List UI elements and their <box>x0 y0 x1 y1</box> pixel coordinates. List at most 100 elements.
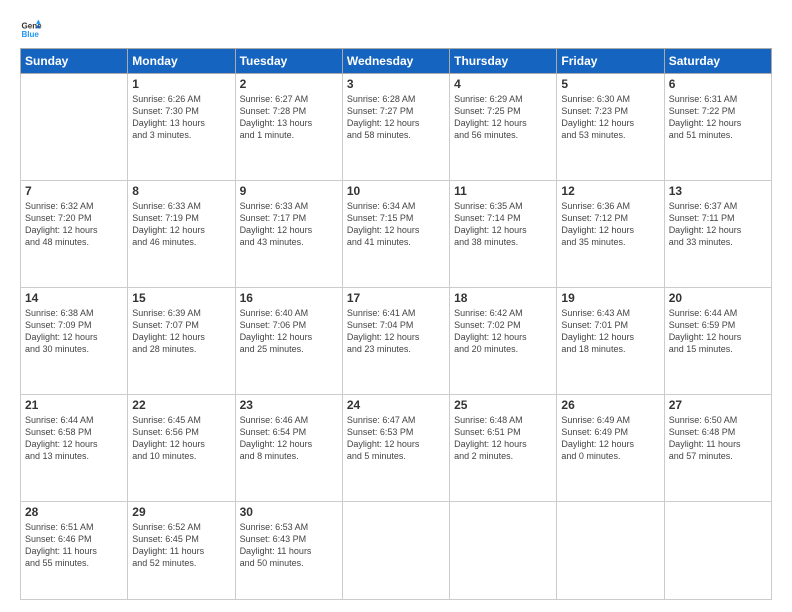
calendar-cell: 3 Sunrise: 6:28 AM Sunset: 7:27 PM Daylig… <box>342 74 449 181</box>
calendar-cell: 2 Sunrise: 6:27 AM Sunset: 7:28 PM Daylig… <box>235 74 342 181</box>
logo: General Blue <box>20 18 42 40</box>
week-row-3: 14 Sunrise: 6:38 AM Sunset: 7:09 PM Dayli… <box>21 287 772 394</box>
calendar-cell: 20 Sunrise: 6:44 AM Sunset: 6:59 PM Dayli… <box>664 287 771 394</box>
day-header-monday: Monday <box>128 49 235 74</box>
day-info: Sunrise: 6:32 AM Sunset: 7:20 PM Dayligh… <box>25 200 123 249</box>
calendar-cell: 7 Sunrise: 6:32 AM Sunset: 7:20 PM Daylig… <box>21 180 128 287</box>
header: General Blue <box>20 18 772 40</box>
calendar-cell: 22 Sunrise: 6:45 AM Sunset: 6:56 PM Dayli… <box>128 394 235 501</box>
day-info: Sunrise: 6:33 AM Sunset: 7:19 PM Dayligh… <box>132 200 230 249</box>
calendar-cell: 8 Sunrise: 6:33 AM Sunset: 7:19 PM Daylig… <box>128 180 235 287</box>
day-info: Sunrise: 6:38 AM Sunset: 7:09 PM Dayligh… <box>25 307 123 356</box>
day-info: Sunrise: 6:44 AM Sunset: 6:59 PM Dayligh… <box>669 307 767 356</box>
calendar-cell <box>557 501 664 599</box>
calendar-cell: 5Sunrise: 6:30 AM Sunset: 7:23 PM Daylig… <box>557 74 664 181</box>
day-number: 18 <box>454 291 552 305</box>
day-info: Sunrise: 6:47 AM Sunset: 6:53 PM Dayligh… <box>347 414 445 463</box>
calendar-cell: 15 Sunrise: 6:39 AM Sunset: 7:07 PM Dayli… <box>128 287 235 394</box>
calendar-cell: 24 Sunrise: 6:47 AM Sunset: 6:53 PM Dayli… <box>342 394 449 501</box>
calendar-cell: 18 Sunrise: 6:42 AM Sunset: 7:02 PM Dayli… <box>450 287 557 394</box>
page: General Blue SundayMondayTuesdayWednesda… <box>0 0 792 612</box>
day-info: Sunrise: 6:53 AM Sunset: 6:43 PM Dayligh… <box>240 521 338 570</box>
day-number: 17 <box>347 291 445 305</box>
day-info: Sunrise: 6:37 AM Sunset: 7:11 PM Dayligh… <box>669 200 767 249</box>
day-info: Sunrise: 6:45 AM Sunset: 6:56 PM Dayligh… <box>132 414 230 463</box>
calendar-cell: 10Sunrise: 6:34 AM Sunset: 7:15 PM Dayli… <box>342 180 449 287</box>
calendar-cell: 19 Sunrise: 6:43 AM Sunset: 7:01 PM Dayli… <box>557 287 664 394</box>
day-info: Sunrise: 6:48 AM Sunset: 6:51 PM Dayligh… <box>454 414 552 463</box>
calendar-cell: 23 Sunrise: 6:46 AM Sunset: 6:54 PM Dayli… <box>235 394 342 501</box>
day-number: 6 <box>669 77 767 91</box>
day-info: Sunrise: 6:29 AM Sunset: 7:25 PM Dayligh… <box>454 93 552 142</box>
calendar-cell: 26Sunrise: 6:49 AM Sunset: 6:49 PM Dayli… <box>557 394 664 501</box>
calendar-cell: 13 Sunrise: 6:37 AM Sunset: 7:11 PM Dayli… <box>664 180 771 287</box>
day-info: Sunrise: 6:28 AM Sunset: 7:27 PM Dayligh… <box>347 93 445 142</box>
day-number: 2 <box>240 77 338 91</box>
day-number: 15 <box>132 291 230 305</box>
calendar-cell <box>21 74 128 181</box>
day-info: Sunrise: 6:33 AM Sunset: 7:17 PM Dayligh… <box>240 200 338 249</box>
day-number: 27 <box>669 398 767 412</box>
calendar-cell: 4Sunrise: 6:29 AM Sunset: 7:25 PM Daylig… <box>450 74 557 181</box>
day-number: 11 <box>454 184 552 198</box>
day-number: 24 <box>347 398 445 412</box>
week-row-4: 21 Sunrise: 6:44 AM Sunset: 6:58 PM Dayli… <box>21 394 772 501</box>
day-info: Sunrise: 6:31 AM Sunset: 7:22 PM Dayligh… <box>669 93 767 142</box>
day-number: 7 <box>25 184 123 198</box>
week-row-1: 1Sunrise: 6:26 AM Sunset: 7:30 PM Daylig… <box>21 74 772 181</box>
header-row: SundayMondayTuesdayWednesdayThursdayFrid… <box>21 49 772 74</box>
week-row-5: 28Sunrise: 6:51 AM Sunset: 6:46 PM Dayli… <box>21 501 772 599</box>
day-info: Sunrise: 6:36 AM Sunset: 7:12 PM Dayligh… <box>561 200 659 249</box>
day-number: 22 <box>132 398 230 412</box>
day-number: 1 <box>132 77 230 91</box>
day-header-sunday: Sunday <box>21 49 128 74</box>
day-info: Sunrise: 6:40 AM Sunset: 7:06 PM Dayligh… <box>240 307 338 356</box>
day-number: 10 <box>347 184 445 198</box>
day-header-wednesday: Wednesday <box>342 49 449 74</box>
day-number: 30 <box>240 505 338 519</box>
day-info: Sunrise: 6:35 AM Sunset: 7:14 PM Dayligh… <box>454 200 552 249</box>
logo-icon: General Blue <box>20 18 42 40</box>
calendar-cell: 12 Sunrise: 6:36 AM Sunset: 7:12 PM Dayli… <box>557 180 664 287</box>
svg-text:Blue: Blue <box>21 30 39 39</box>
calendar-cell: 25Sunrise: 6:48 AM Sunset: 6:51 PM Dayli… <box>450 394 557 501</box>
day-number: 16 <box>240 291 338 305</box>
day-header-thursday: Thursday <box>450 49 557 74</box>
day-info: Sunrise: 6:43 AM Sunset: 7:01 PM Dayligh… <box>561 307 659 356</box>
day-number: 20 <box>669 291 767 305</box>
day-header-friday: Friday <box>557 49 664 74</box>
day-header-tuesday: Tuesday <box>235 49 342 74</box>
day-number: 3 <box>347 77 445 91</box>
calendar-cell: 16 Sunrise: 6:40 AM Sunset: 7:06 PM Dayli… <box>235 287 342 394</box>
calendar-cell: 17 Sunrise: 6:41 AM Sunset: 7:04 PM Dayli… <box>342 287 449 394</box>
day-number: 21 <box>25 398 123 412</box>
calendar-cell: 9 Sunrise: 6:33 AM Sunset: 7:17 PM Daylig… <box>235 180 342 287</box>
calendar-cell: 11 Sunrise: 6:35 AM Sunset: 7:14 PM Dayli… <box>450 180 557 287</box>
calendar-cell: 1Sunrise: 6:26 AM Sunset: 7:30 PM Daylig… <box>128 74 235 181</box>
calendar-cell: 29 Sunrise: 6:52 AM Sunset: 6:45 PM Dayli… <box>128 501 235 599</box>
day-number: 19 <box>561 291 659 305</box>
day-number: 14 <box>25 291 123 305</box>
day-info: Sunrise: 6:27 AM Sunset: 7:28 PM Dayligh… <box>240 93 338 142</box>
day-number: 12 <box>561 184 659 198</box>
calendar-cell: 14 Sunrise: 6:38 AM Sunset: 7:09 PM Dayli… <box>21 287 128 394</box>
day-number: 23 <box>240 398 338 412</box>
day-info: Sunrise: 6:52 AM Sunset: 6:45 PM Dayligh… <box>132 521 230 570</box>
calendar-cell: 27Sunrise: 6:50 AM Sunset: 6:48 PM Dayli… <box>664 394 771 501</box>
day-info: Sunrise: 6:46 AM Sunset: 6:54 PM Dayligh… <box>240 414 338 463</box>
calendar-cell <box>664 501 771 599</box>
day-info: Sunrise: 6:41 AM Sunset: 7:04 PM Dayligh… <box>347 307 445 356</box>
day-info: Sunrise: 6:44 AM Sunset: 6:58 PM Dayligh… <box>25 414 123 463</box>
calendar-cell: 28Sunrise: 6:51 AM Sunset: 6:46 PM Dayli… <box>21 501 128 599</box>
day-number: 9 <box>240 184 338 198</box>
day-info: Sunrise: 6:42 AM Sunset: 7:02 PM Dayligh… <box>454 307 552 356</box>
calendar-cell: 30 Sunrise: 6:53 AM Sunset: 6:43 PM Dayli… <box>235 501 342 599</box>
day-header-saturday: Saturday <box>664 49 771 74</box>
day-number: 13 <box>669 184 767 198</box>
day-number: 28 <box>25 505 123 519</box>
day-number: 8 <box>132 184 230 198</box>
week-row-2: 7 Sunrise: 6:32 AM Sunset: 7:20 PM Daylig… <box>21 180 772 287</box>
day-info: Sunrise: 6:39 AM Sunset: 7:07 PM Dayligh… <box>132 307 230 356</box>
day-number: 29 <box>132 505 230 519</box>
calendar-cell: 6 Sunrise: 6:31 AM Sunset: 7:22 PM Daylig… <box>664 74 771 181</box>
